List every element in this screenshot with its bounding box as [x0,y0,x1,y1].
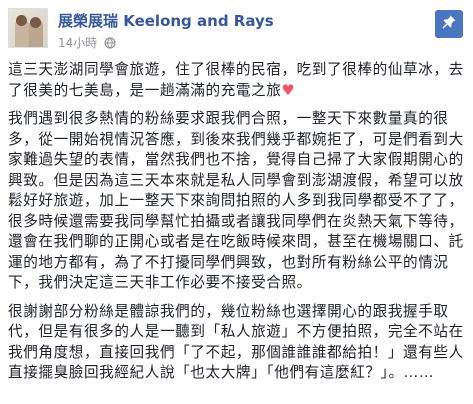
heart-emoji: ♥ [281,81,296,99]
avatar-head-right [30,17,41,28]
post-paragraph-1-text: 這三天澎湖同學會旅遊，住了很棒的民宿，吃到了很棒的仙草冰，去了很美的七美島，是一… [8,61,464,99]
pin-button[interactable] [435,10,463,38]
post-paragraph-2: 我們遇到很多熱情的粉絲要求跟我們合照，一整天下來數量真的很多，從一開始視情況答應… [8,110,464,291]
post-meta: 14小時 [58,34,116,52]
page-name-link[interactable]: 展榮展瑞 Keelong and Rays [58,10,274,31]
post-paragraph-1: 這三天澎湖同學會旅遊，住了很棒的民宿，吃到了很棒的仙草冰，去了很美的七美島，是一… [8,60,468,101]
pin-icon [441,14,457,34]
post-paragraph-3: 很謝謝部分粉絲是體諒我們的，幾位粉絲也選擇開心的跟我握手取代，但是有很多的人是一… [8,302,464,382]
avatar-head-left [16,15,27,26]
page-avatar[interactable] [8,8,48,48]
post-header: 展榮展瑞 Keelong and Rays 14小時 [0,0,473,58]
globe-icon [104,37,116,52]
post-timestamp[interactable]: 14小時 [58,36,97,50]
post-body: 這三天澎湖同學會旅遊，住了很棒的民宿，吃到了很棒的仙草冰，去了很美的七美島，是一… [8,60,468,392]
